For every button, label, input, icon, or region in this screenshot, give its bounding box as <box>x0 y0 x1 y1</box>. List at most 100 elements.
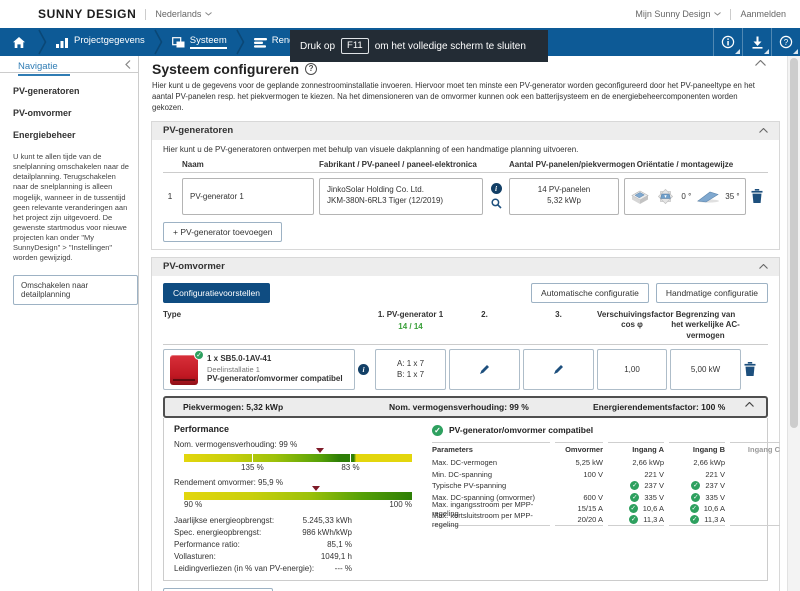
inverter-status: PV-generator/omvormer compatibel <box>207 374 343 384</box>
pv-inverter-panel: PV-omvormer Configuratievoorstellen Auto… <box>151 256 780 591</box>
add-pv-generator-button[interactable]: + PV-generator toevoegen <box>163 221 283 242</box>
kv-value: 85,1 % <box>327 540 352 550</box>
tab-navigatie[interactable]: Navigatie <box>18 59 70 76</box>
column-cos-phi: Verschuivingsfactor cos φ <box>597 309 674 330</box>
azimuth-value: 0 ° <box>681 191 692 201</box>
param-label: Max. DC-vermogen <box>432 458 498 468</box>
language-selector[interactable]: Nederlands <box>155 9 213 19</box>
tilt-angle-icon <box>696 190 720 203</box>
inverter-summary-bar[interactable]: Piekvermogen: 5,32 kWp Nom. vermogensver… <box>163 395 768 418</box>
help-button[interactable]: ? <box>771 28 800 56</box>
language-label: Nederlands <box>155 9 202 19</box>
column-type: Type <box>163 309 182 319</box>
assigned-panel-count: 14 / 14 <box>398 322 423 332</box>
summary-peak-power: Piekvermogen: 5,32 kWp <box>183 401 284 412</box>
summary-power-ratio: Nom. vermogensverhouding: 99 % <box>389 401 529 412</box>
automatic-configuration-button[interactable]: Automatische configuratie <box>531 282 649 303</box>
panel-info-icon[interactable]: i <box>490 183 502 195</box>
roof-mounting-icon <box>630 188 650 205</box>
tab-label: Projectgegevens <box>74 35 145 46</box>
system-icon <box>171 36 185 48</box>
cos-phi-field[interactable]: 1,00 <box>597 348 667 390</box>
tab-separator-icon <box>38 28 47 56</box>
ac-limit-value: 5,00 kW <box>690 364 721 374</box>
sign-in-link[interactable]: Aanmelden <box>740 9 786 19</box>
string-configuration-field[interactable]: A: 1 x 7 B: 1 x 7 <box>375 348 446 390</box>
top-right-links: Mijn Sunny Design Aanmelden <box>635 8 786 20</box>
sidebar-item-pv-omvormer[interactable]: PV-omvormer <box>13 108 138 118</box>
vertical-scrollbar[interactable] <box>787 56 800 591</box>
input-b-value: 221 V <box>705 469 725 479</box>
inverter-value <box>555 480 603 492</box>
home-button[interactable] <box>0 28 38 56</box>
generator-name-input[interactable] <box>183 178 313 214</box>
scrollbar-thumb[interactable] <box>790 58 798 428</box>
switch-to-detail-planning-button[interactable]: Omschakelen naar detailplanning <box>13 275 138 306</box>
scroll-top-chevron[interactable] <box>755 60 766 66</box>
kv-value: --- % <box>334 564 352 574</box>
sidebar-item-energiebeheer[interactable]: Energiebeheer <box>13 130 138 140</box>
column-ingang-a: Ingang A <box>608 441 664 457</box>
tab-systeem[interactable]: Systeem <box>163 28 236 56</box>
collapse-panel-chevron[interactable] <box>759 264 768 270</box>
kv-label: Spec. energieopbrengst: <box>174 528 262 538</box>
input-a-value: 11,3 A <box>608 514 664 526</box>
input-a-value: 221 V <box>644 469 664 479</box>
panel-search-icon[interactable] <box>490 198 502 209</box>
generator-2-edit-field[interactable] <box>449 348 520 390</box>
orientation-field[interactable]: 0 ° 35 ° <box>624 177 746 215</box>
collapse-sidebar-button[interactable] <box>125 60 131 69</box>
tab-projectgegevens[interactable]: Projectgegevens <box>47 28 154 56</box>
pv-inverter-panel-header: PV-omvormer <box>152 257 779 276</box>
collapse-summary-chevron[interactable] <box>745 401 754 407</box>
sunny-design-app: SUNNY DESIGN Nederlands Mijn Sunny Desig… <box>0 0 800 591</box>
panel-title: PV-generatoren <box>163 125 234 137</box>
generator-name-field[interactable] <box>182 177 314 215</box>
power-ratio-gauge <box>184 447 412 462</box>
gauge-tick-label: 83 % <box>341 462 360 472</box>
pv-generators-panel-header: PV-generatoren <box>152 121 779 140</box>
column-generator-1: 1. PV-generator 1 <box>377 309 444 319</box>
pv-generators-panel: PV-generatoren Hier kunt u de PV-generat… <box>151 120 780 250</box>
delete-generator-trash-icon[interactable] <box>751 189 765 204</box>
kv-label: Jaarlijkse energieopbrengst: <box>174 516 275 526</box>
brand-logo: SUNNY DESIGN <box>38 7 137 21</box>
sidebar-item-pv-generatoren[interactable]: PV-generatoren <box>13 86 138 96</box>
delete-inverter-trash-icon[interactable] <box>744 362 758 377</box>
chevron-down-icon <box>714 12 722 16</box>
configuration-proposals-button[interactable]: Configuratievoorstellen <box>163 282 270 303</box>
page-help-icon[interactable]: ? <box>305 63 318 75</box>
inverter-info-icon[interactable]: i <box>358 363 369 375</box>
input-a-value: 2,66 kWp <box>632 458 664 468</box>
pv-generator-row: 1 JinkoSolar Holding Co. Ltd. JKM-380N-6… <box>163 177 768 215</box>
account-menu[interactable]: Mijn Sunny Design <box>635 9 722 19</box>
info-button[interactable] <box>713 28 742 56</box>
inverter-model: 1 x SB5.0-1AV-41 <box>207 354 272 364</box>
performance-section: Performance Nom. vermogensverhouding: 99… <box>174 424 422 575</box>
column-parameters: Parameters <box>432 441 550 457</box>
param-label: Typische PV-spanning <box>432 481 507 491</box>
ok-check-icon <box>630 481 640 491</box>
collapse-panel-chevron[interactable] <box>759 128 768 134</box>
power-ratio-gauge-label: Nom. vermogensverhouding: 99 % <box>174 439 298 449</box>
divider <box>730 8 732 20</box>
panel-model-text: JKM-380N-6RL3 Tiger (12/2019) <box>327 196 444 206</box>
inverter-type-selector[interactable]: 1 x SB5.0-1AV-41 Deelinstallatie 1 PV-ge… <box>163 348 355 390</box>
panel-type-selector[interactable]: JinkoSolar Holding Co. Ltd. JKM-380N-6RL… <box>319 177 483 215</box>
panel-count-field[interactable]: 14 PV-panelen 5,32 kWp <box>509 177 619 215</box>
generator-3-edit-field[interactable] <box>523 348 594 390</box>
f11-key-badge: F11 <box>341 38 369 54</box>
compatibility-table: Parameters Omvormer Ingang A Ingang B In… <box>432 441 780 529</box>
tab-label: Systeem <box>189 35 227 49</box>
manual-configuration-button[interactable]: Handmatige configuratie <box>655 282 768 303</box>
inverter-value: 15/15 A <box>577 504 603 514</box>
kv-label: Performance ratio: <box>174 540 240 550</box>
divider <box>163 171 768 173</box>
chevron-down-icon <box>205 12 213 16</box>
inverter-efficiency-gauge <box>184 485 412 500</box>
download-button[interactable] <box>742 28 771 56</box>
inverter-product-image <box>170 350 204 386</box>
input-a-value: 335 V <box>608 491 664 503</box>
ac-limit-field[interactable]: 5,00 kW <box>670 348 741 390</box>
ok-check-icon <box>629 515 639 525</box>
